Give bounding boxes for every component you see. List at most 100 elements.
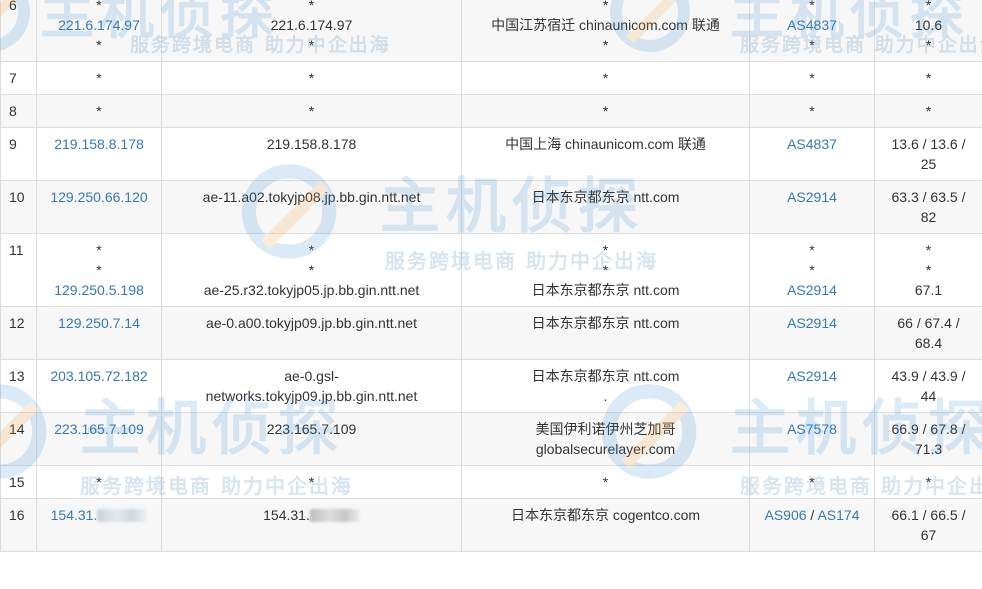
- ip-link[interactable]: 129.250.5.198: [41, 280, 157, 300]
- latency-line: *: [879, 260, 978, 280]
- asn-cell: *: [749, 61, 875, 95]
- latency-line: *: [879, 472, 978, 492]
- asn-line: *: [754, 260, 870, 280]
- ip-cell: * 221.6.174.97 *: [36, 0, 162, 62]
- hostname-line: *: [166, 0, 457, 15]
- table-row: 8 * * * * *: [0, 94, 982, 128]
- latency-line-text: 66.9 / 67.8 /: [891, 421, 966, 437]
- hop-number: 8: [0, 94, 37, 128]
- asn-star: *: [809, 242, 815, 258]
- ip-cell: 203.105.72.182: [36, 359, 162, 413]
- asn-cell: *: [749, 465, 875, 499]
- asn-line: AS7578: [754, 419, 870, 439]
- latency-line-text: *: [925, 70, 932, 86]
- hop-number-text: 15: [9, 474, 25, 490]
- latency-line: *: [879, 0, 978, 15]
- ip-link-text[interactable]: 221.6.174.97: [58, 17, 140, 33]
- ip-star-text: *: [96, 0, 102, 13]
- hostname-cell: ae-0.gsl-networks.tokyjp09.jp.bb.gin.ntt…: [161, 359, 462, 413]
- asn-link[interactable]: AS2914: [787, 282, 837, 298]
- location-line: *: [466, 68, 745, 88]
- ip-link[interactable]: 221.6.174.97: [41, 15, 157, 35]
- ip-link-text[interactable]: 223.165.7.109: [54, 421, 144, 437]
- latency-line-text: 71.3: [914, 441, 943, 457]
- ip-star-text: *: [96, 262, 102, 278]
- asn-link[interactable]: AS2914: [787, 315, 837, 331]
- ip-link[interactable]: 154.31.: [41, 505, 157, 525]
- asn-link[interactable]: AS174: [817, 507, 859, 523]
- table-row: 15 * * * * *: [0, 465, 982, 499]
- hop-number: 16: [0, 498, 37, 552]
- hop-number-text: 16: [9, 507, 25, 523]
- hop-number-text: 9: [9, 136, 17, 152]
- hostname-line: networks.tokyjp09.jp.bb.gin.ntt.net: [166, 386, 457, 406]
- hostname-cell: *: [161, 61, 462, 95]
- ip-link[interactable]: 203.105.72.182: [41, 366, 157, 386]
- location-line: 日本东京都东京 ntt.com: [466, 313, 745, 333]
- asn-cell: *: [749, 94, 875, 128]
- hostname-line: 219.158.8.178: [166, 134, 457, 154]
- ip-star: *: [41, 472, 157, 492]
- latency-line-text: 68.4: [914, 335, 943, 351]
- ip-link-text[interactable]: 129.250.5.198: [54, 282, 144, 298]
- hostname-line-text: 221.6.174.97: [270, 17, 353, 33]
- location-line: .: [466, 386, 745, 406]
- table-row: 10 129.250.66.120 ae-11.a02.tokyjp08.jp.bb…: [0, 180, 982, 234]
- latency-line: 66.9 / 67.8 /: [879, 419, 978, 439]
- ip-link[interactable]: 219.158.8.178: [41, 134, 157, 154]
- ip-link[interactable]: 129.250.7.14: [41, 313, 157, 333]
- ip-link-text[interactable]: 129.250.66.120: [50, 189, 147, 205]
- asn-link[interactable]: AS906: [765, 507, 807, 523]
- latency-line: 13.6 / 13.6 /: [879, 134, 978, 154]
- location-line-text: *: [602, 242, 609, 258]
- asn-link[interactable]: AS2914: [787, 189, 837, 205]
- latency-line-text: *: [925, 262, 932, 278]
- location-cell: *: [461, 465, 750, 499]
- ip-link[interactable]: 129.250.66.120: [41, 187, 157, 207]
- ip-link-text[interactable]: 154.31.: [51, 507, 98, 523]
- ip-star: *: [41, 260, 157, 280]
- latency-cell: 13.6 / 13.6 / 25: [874, 127, 982, 181]
- hostname-line-text: *: [308, 70, 315, 86]
- latency-line: 10.6: [879, 15, 978, 35]
- ip-link-text[interactable]: 219.158.8.178: [54, 136, 144, 152]
- hop-number: 11: [0, 233, 37, 307]
- location-line: 日本东京都东京 cogentco.com: [466, 505, 745, 525]
- location-line: globalsecurelayer.com: [466, 439, 745, 459]
- asn-line: *: [754, 101, 870, 121]
- location-cell: 美国伊利诺伊州芝加哥 globalsecurelayer.com: [461, 412, 750, 466]
- latency-cell: 66 / 67.4 / 68.4: [874, 306, 982, 360]
- asn-star: *: [809, 103, 815, 119]
- latency-cell: * 10.6 *: [874, 0, 982, 62]
- asn-link[interactable]: AS7578: [787, 421, 837, 437]
- ip-link[interactable]: 223.165.7.109: [41, 419, 157, 439]
- hostname-cell: * * ae-25.r32.tokyjp05.jp.bb.gin.ntt.net: [161, 233, 462, 307]
- redacted-blur: [309, 509, 360, 522]
- ip-link-text[interactable]: 203.105.72.182: [50, 368, 147, 384]
- hostname-line: 221.6.174.97: [166, 15, 457, 35]
- ip-star-text: *: [96, 103, 102, 119]
- latency-line: *: [879, 240, 978, 260]
- latency-line: 68.4: [879, 333, 978, 353]
- ip-cell: * * 129.250.5.198: [36, 233, 162, 307]
- location-line: *: [466, 101, 745, 121]
- ip-cell: *: [36, 94, 162, 128]
- asn-link[interactable]: AS4837: [787, 17, 837, 33]
- hostname-line-text: *: [308, 37, 315, 53]
- latency-line-text: 43.9 / 43.9 /: [891, 368, 966, 384]
- hop-number: 7: [0, 61, 37, 95]
- latency-cell: *: [874, 94, 982, 128]
- location-line-text: 日本东京都东京 cogentco.com: [510, 507, 701, 523]
- hop-number: 9: [0, 127, 37, 181]
- location-cell: *: [461, 61, 750, 95]
- ip-link-text[interactable]: 129.250.7.14: [58, 315, 140, 331]
- asn-cell: AS2914: [749, 359, 875, 413]
- hostname-line: ae-0.a00.tokyjp09.jp.bb.gin.ntt.net: [166, 313, 457, 333]
- asn-link[interactable]: AS2914: [787, 368, 837, 384]
- hostname-line-text: 154.31.: [263, 507, 310, 523]
- location-line-text: 日本东京都东京 ntt.com: [531, 315, 680, 331]
- asn-link[interactable]: AS4837: [787, 136, 837, 152]
- latency-line-text: *: [925, 103, 932, 119]
- hostname-line-text: 223.165.7.109: [266, 421, 357, 437]
- latency-line-text: 10.6: [914, 17, 943, 33]
